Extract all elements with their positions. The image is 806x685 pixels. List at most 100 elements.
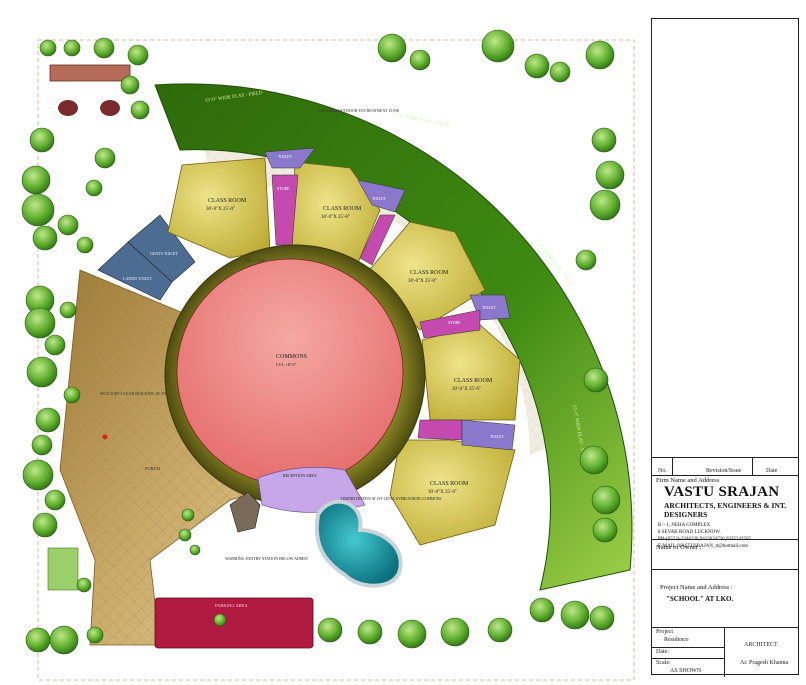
project-name: "SCHOOL" AT LKO. (666, 595, 734, 603)
toilet (461, 419, 516, 451)
tree (32, 225, 58, 251)
administration-label: ADMINISTRATION AT 1ST LEVEL OVERLOOKING … (340, 497, 441, 501)
title-block: No. Revision/Issue Date Firm Name and Ad… (651, 18, 799, 677)
tree (39, 39, 57, 57)
classroom-label: CLASS ROOM (410, 270, 449, 276)
commons-label: COMMONS (276, 354, 307, 360)
tree (592, 517, 618, 543)
tree (21, 193, 55, 227)
firm-heading: Firm Name and Address (656, 477, 720, 484)
classroom-label: CLASS ROOM (430, 481, 469, 487)
swimming-pool (314, 499, 403, 588)
firm-tagline: ARCHITECTS, ENGINEERS & INT. DESIGNERS (664, 501, 787, 519)
firm-address-line: B – 1, NEHA COMPLEX (658, 523, 711, 528)
tree (189, 544, 201, 556)
tree (63, 386, 81, 404)
tree (591, 127, 617, 153)
architect-label: ARCHITECT (744, 642, 778, 648)
project-label: Project Name and Address : (660, 584, 733, 591)
date-label: Date: (656, 649, 669, 655)
tree (487, 617, 513, 643)
tree (76, 236, 94, 254)
tree (560, 600, 590, 630)
parking-label: PARKING AREA (215, 603, 248, 608)
scale-label: Scale: (656, 660, 671, 666)
project-field-value: Residence (664, 637, 689, 643)
toilet-label: TOILET (490, 434, 504, 439)
classroom-size: 30'-0"X 25'-0" (452, 387, 481, 392)
tree (35, 407, 61, 433)
tree (589, 189, 621, 221)
tree (127, 44, 149, 66)
gate-structure (49, 64, 131, 82)
tree (59, 301, 77, 319)
toilet-label: TOILET (278, 154, 292, 159)
tree (409, 49, 431, 71)
tree (26, 356, 58, 388)
porch-label: PORCH (145, 466, 161, 471)
tree (24, 307, 56, 339)
project-block: Project Name and Address : "SCHOOL" AT L… (652, 569, 798, 627)
store (417, 419, 463, 441)
tree (86, 626, 104, 644)
classroom-size: 30'-0"X 25'-0" (408, 279, 437, 284)
play-field-label: 15'-0" WIDE PLAY - FIELD (392, 112, 450, 129)
rev-col-no: No. (658, 468, 667, 474)
store-label: STORE (448, 320, 461, 325)
rev-col-date: Date (766, 468, 778, 474)
planter (58, 100, 78, 116)
tree (120, 75, 140, 95)
tree (76, 577, 92, 593)
tree (29, 127, 55, 153)
tree (589, 605, 615, 631)
architect-name: Ar. Pragesh Khanna (740, 660, 789, 666)
planter (100, 100, 120, 116)
scale-value: AS SHOWN (670, 668, 702, 674)
tree (583, 367, 609, 393)
tree (440, 617, 470, 647)
tree (357, 619, 383, 645)
tree (44, 489, 66, 511)
hedge-strip (47, 547, 79, 591)
tree (32, 512, 58, 538)
classroom-label: CLASS ROOM (208, 198, 247, 204)
tree (49, 625, 79, 655)
firm-address-line: 8 SEVAK ROAD LUCKNOW. (658, 530, 721, 535)
tree (21, 165, 51, 195)
tree (178, 528, 192, 542)
tree (31, 434, 53, 456)
toilet-label: TOILET (482, 305, 496, 310)
tree (213, 613, 227, 627)
ladies-toilet-label: LADIES TOILET (123, 276, 153, 281)
reception-label: RECEPTION AREA (283, 473, 317, 478)
classroom-label: CLASS ROOM (454, 378, 493, 384)
tree (181, 508, 195, 522)
tree (377, 33, 407, 63)
porch-marker (102, 434, 108, 440)
warming-label: WARMING PANTRY STATION BELOW ADMIN (225, 556, 308, 561)
classroom-label: CLASS ROOM (323, 206, 362, 212)
classroom-size: 30'-0"X 25'-0" (428, 490, 457, 495)
tree (57, 214, 79, 236)
commons-level: LVL +0'-0" (276, 362, 297, 367)
project-field-label: Project (656, 629, 673, 635)
tree (93, 37, 115, 59)
tree (549, 61, 571, 83)
tree (22, 459, 54, 491)
tree (585, 40, 615, 70)
tree (317, 617, 343, 643)
tree (94, 147, 116, 169)
tree (595, 160, 625, 190)
tree (63, 39, 81, 57)
covered-zone-label: COVERED OUTDOOR ENVIRONMENT ZONE (318, 108, 400, 113)
tree (397, 619, 427, 649)
info-grid: Project Residence Date: Scale: AS SHOWN … (652, 627, 798, 677)
tree (85, 179, 103, 197)
tree (524, 53, 550, 79)
owner-block: Name of Owner : (652, 539, 798, 569)
revision-header-row: No. Revision/Issue Date (652, 457, 798, 476)
commons (176, 258, 404, 486)
store-label: STORE (277, 186, 290, 191)
tree (25, 627, 51, 653)
tree (591, 485, 621, 515)
